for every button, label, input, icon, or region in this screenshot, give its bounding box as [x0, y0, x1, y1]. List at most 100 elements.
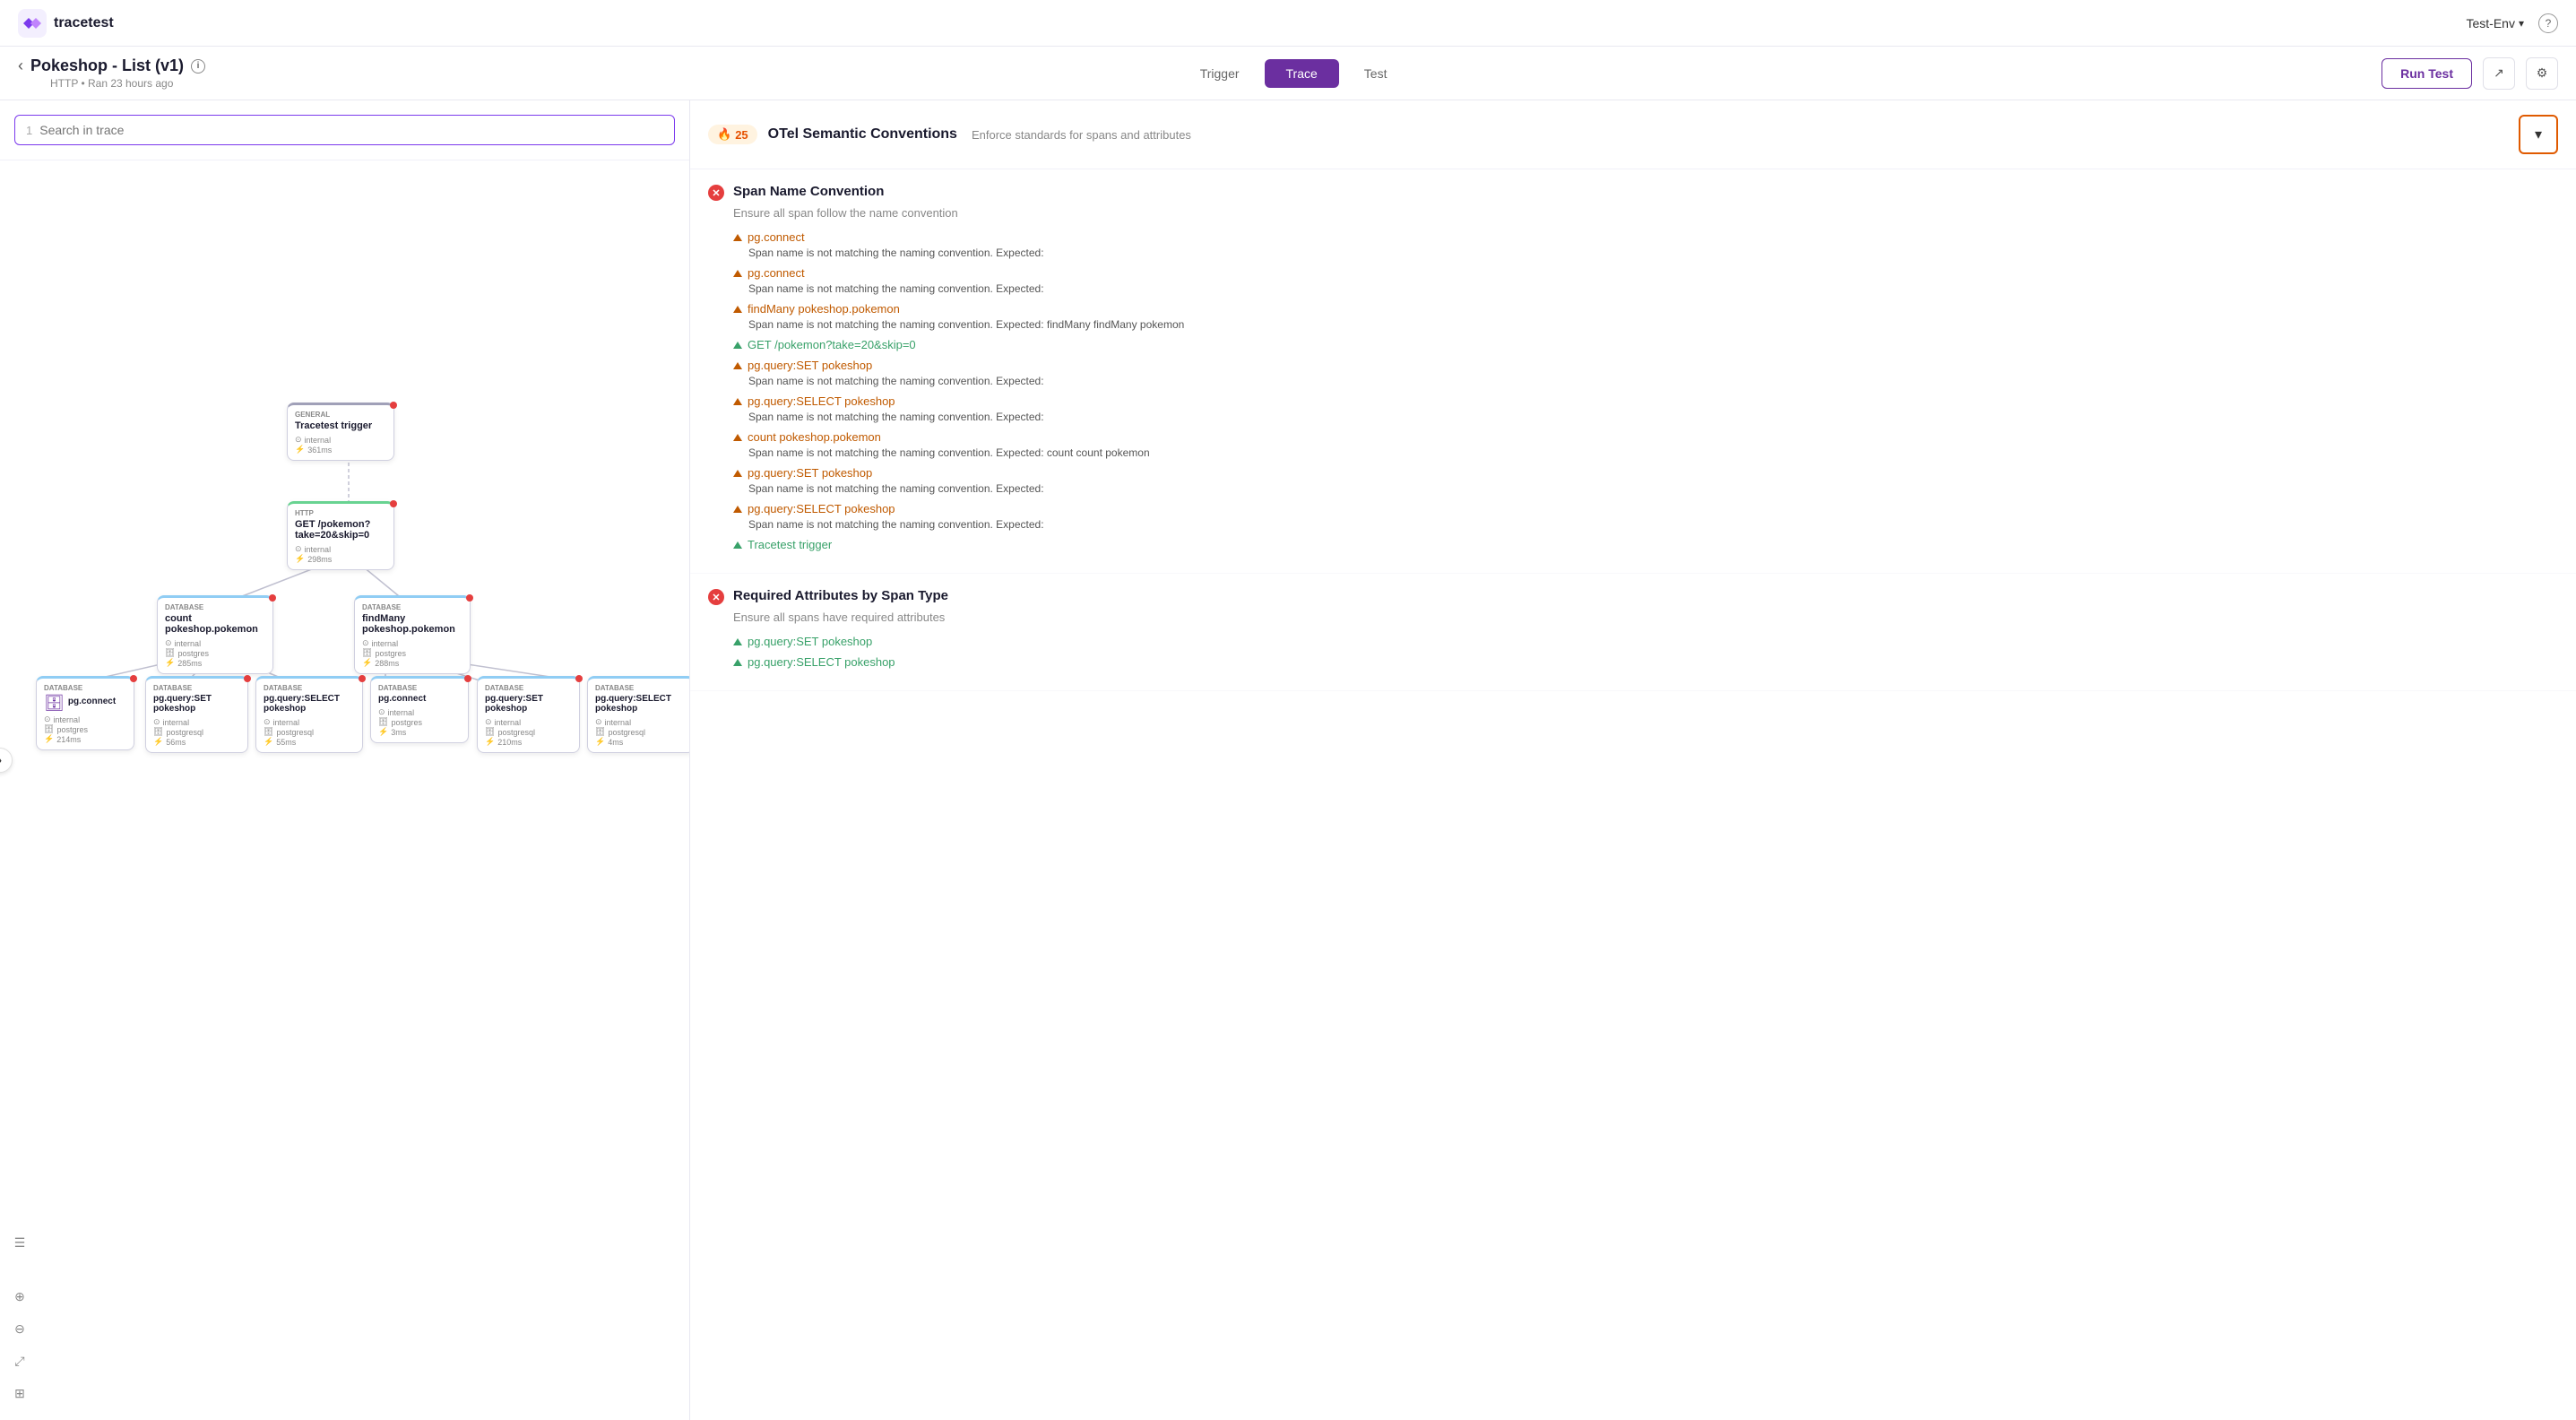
panel-toggle-button[interactable]: ›	[0, 748, 13, 773]
node-find-many[interactable]: DATABASE findMany pokeshop.pokemon ⊙inte…	[354, 595, 471, 674]
diagram-connectors	[0, 160, 689, 1420]
conventions-subtitle: Enforce standards for spans and attribut…	[972, 128, 1191, 142]
export-button[interactable]: ↗	[2483, 57, 2515, 90]
section-required-attributes: ✕ Required Attributes by Span Type Ensur…	[690, 574, 2576, 691]
span-name-pg-query-set-1[interactable]: pg.query:SET pokeshop	[733, 359, 2558, 372]
search-input[interactable]	[39, 123, 663, 137]
node-pg-query-set-2[interactable]: DATABASE pg.query:SET pokeshop ⊙internal…	[477, 676, 580, 753]
span-name-get-pokemon[interactable]: GET /pokemon?take=20&skip=0	[733, 338, 2558, 351]
list-item: count pokeshop.pokemon Span name is not …	[733, 430, 2558, 459]
run-test-button[interactable]: Run Test	[2382, 58, 2472, 89]
span-name-tracetest-trigger[interactable]: Tracetest trigger	[733, 538, 2558, 551]
ok-icon	[733, 541, 742, 549]
warning-icon	[733, 506, 742, 513]
env-chevron: ▾	[2519, 17, 2524, 30]
subheader-left: ‹ Pokeshop - List (v1) i HTTP • Ran 23 h…	[18, 56, 205, 90]
node-http-get[interactable]: HTTP GET /pokemon? take=20&skip=0 ⊙inter…	[287, 501, 394, 570]
section-header: ✕ Required Attributes by Span Type	[708, 588, 2558, 605]
tab-trace[interactable]: Trace	[1265, 59, 1339, 88]
error-dot	[244, 675, 251, 682]
list-icon[interactable]: ☰	[7, 1230, 32, 1255]
layout-icon[interactable]: ⊞	[7, 1381, 32, 1406]
section-error-icon: ✕	[708, 185, 724, 201]
brand-name: tracetest	[54, 15, 114, 31]
search-line-num: 1	[26, 124, 32, 137]
help-label: ?	[2546, 17, 2552, 30]
db-icon: 🗄	[44, 694, 65, 713]
conventions-badge: 🔥 25	[708, 125, 757, 144]
node-pg-query-select-1[interactable]: DATABASE pg.query:SELECT pokeshop ⊙inter…	[255, 676, 363, 753]
span-name-pg-query-set-2[interactable]: pg.query:SET pokeshop	[733, 466, 2558, 480]
main-content: 1 ›	[0, 100, 2576, 1420]
list-item: findMany pokeshop.pokemon Span name is n…	[733, 302, 2558, 331]
warning-icon	[733, 362, 742, 369]
export-icon: ↗	[2494, 65, 2504, 81]
list-item: Tracetest trigger	[733, 538, 2558, 551]
list-item: pg.query:SET pokeshop Span name is not m…	[733, 466, 2558, 495]
list-item: pg.query:SELECT pokeshop Span name is no…	[733, 502, 2558, 531]
tab-test[interactable]: Test	[1343, 59, 1409, 88]
zoom-in-icon[interactable]: ⊕	[7, 1284, 32, 1309]
diagram-toolbar: ☰ ⊕ ⊖ ⤢ ⊞	[7, 1230, 32, 1406]
conventions-panel: 🔥 25 OTel Semantic Conventions Enforce s…	[690, 100, 2576, 1420]
logo-area: tracetest	[18, 9, 114, 38]
list-item: GET /pokemon?take=20&skip=0	[733, 338, 2558, 351]
node-count-pokemon[interactable]: DATABASE count pokeshop.pokemon ⊙interna…	[157, 595, 273, 674]
section-error-icon: ✕	[708, 589, 724, 605]
settings-icon: ⚙	[2537, 65, 2548, 81]
span-name-pg-connect-2[interactable]: pg.connect	[733, 266, 2558, 280]
list-item: pg.connect Span name is not matching the…	[733, 230, 2558, 259]
span-name-pg-connect-1[interactable]: pg.connect	[733, 230, 2558, 244]
zoom-out-icon[interactable]: ⊖	[7, 1316, 32, 1341]
span-name-pg-query-select-2[interactable]: pg.query:SELECT pokeshop	[733, 502, 2558, 515]
error-dot	[269, 594, 276, 602]
span-error-msg: Span name is not matching the naming con…	[748, 282, 2558, 295]
subheader: ‹ Pokeshop - List (v1) i HTTP • Ran 23 h…	[0, 47, 2576, 100]
page-title: Pokeshop - List (v1) i	[30, 56, 205, 75]
section-title: Span Name Convention	[733, 184, 884, 199]
span-error-msg: Span name is not matching the naming con…	[748, 375, 2558, 387]
error-dot	[390, 500, 397, 507]
settings-button[interactable]: ⚙	[2526, 57, 2558, 90]
span-error-msg: Span name is not matching the naming con…	[748, 482, 2558, 495]
section-title: Required Attributes by Span Type	[733, 588, 948, 603]
list-item: pg.connect Span name is not matching the…	[733, 266, 2558, 295]
warning-icon	[733, 270, 742, 277]
list-item: pg.query:SET pokeshop	[733, 635, 2558, 648]
node-trigger[interactable]: GENERAL Tracetest trigger ⊙internal ⚡361…	[287, 403, 394, 461]
tab-trigger[interactable]: Trigger	[1179, 59, 1261, 88]
node-pg-query-set-1[interactable]: DATABASE pg.query:SET pokeshop ⊙internal…	[145, 676, 248, 753]
subheader-right: Run Test ↗ ⚙	[2382, 57, 2558, 90]
logo-icon	[18, 9, 47, 38]
span-error-msg: Span name is not matching the naming con…	[748, 446, 2558, 459]
env-label: Test-Env	[2467, 16, 2515, 30]
conventions-title-row: 🔥 25 OTel Semantic Conventions Enforce s…	[708, 125, 1191, 144]
warning-icon	[733, 234, 742, 241]
conventions-header: 🔥 25 OTel Semantic Conventions Enforce s…	[690, 100, 2576, 169]
node-pg-connect-2[interactable]: DATABASE pg.connect ⊙internal 🗄postgres …	[370, 676, 469, 743]
warning-icon	[733, 398, 742, 405]
span-name-pg-query-select-1[interactable]: pg.query:SELECT pokeshop	[733, 394, 2558, 408]
warning-icon	[733, 434, 742, 441]
span-error-msg: Span name is not matching the naming con…	[748, 247, 2558, 259]
tab-bar: Trigger Trace Test	[1179, 59, 1409, 88]
conventions-title: OTel Semantic Conventions	[768, 126, 957, 143]
span-name-req-pg-query-select[interactable]: pg.query:SELECT pokeshop	[733, 655, 2558, 669]
node-pg-query-select-2[interactable]: DATABASE pg.query:SELECT pokeshop ⊙inter…	[587, 676, 689, 753]
node-pg-connect-1[interactable]: DATABASE 🗄 pg.connect ⊙internal 🗄postgre…	[36, 676, 134, 750]
list-item: pg.query:SELECT pokeshop Span name is no…	[733, 394, 2558, 423]
chevron-down-icon: ▾	[2535, 126, 2542, 143]
help-button[interactable]: ?	[2538, 13, 2558, 33]
span-name-count-pokemon[interactable]: count pokeshop.pokemon	[733, 430, 2558, 444]
back-button[interactable]: ‹	[18, 56, 23, 75]
fire-icon: 🔥	[717, 127, 731, 142]
fit-screen-icon[interactable]: ⤢	[7, 1348, 32, 1373]
conventions-chevron-button[interactable]: ▾	[2519, 115, 2558, 154]
span-name-req-pg-query-set[interactable]: pg.query:SET pokeshop	[733, 635, 2558, 648]
span-name-findmany[interactable]: findMany pokeshop.pokemon	[733, 302, 2558, 316]
error-dot	[359, 675, 366, 682]
info-icon[interactable]: i	[191, 59, 205, 74]
ok-icon	[733, 638, 742, 645]
env-selector[interactable]: Test-Env ▾	[2467, 16, 2525, 30]
span-error-msg: Span name is not matching the naming con…	[748, 518, 2558, 531]
